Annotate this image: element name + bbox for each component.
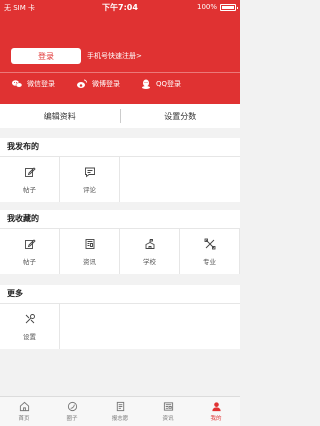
qq-icon (142, 79, 150, 89)
edit-icon (24, 166, 36, 177)
more-grid: 设置 (0, 303, 240, 349)
tab-circle[interactable]: 圈子 (48, 397, 96, 426)
tools-icon (204, 238, 215, 249)
grid-filler (60, 304, 240, 349)
favorite-majors-tile[interactable]: 专业 (180, 229, 240, 274)
weibo-login-label: 微博登录 (92, 80, 120, 88)
login-button[interactable]: 登录 (11, 48, 81, 64)
tab-label: 报志愿 (111, 416, 129, 422)
tile-label: 评论 (83, 185, 96, 194)
tab-label: 圈子 (66, 416, 78, 422)
comment-icon (84, 167, 95, 177)
edit-profile-button[interactable]: 编辑资料 (0, 111, 120, 122)
weibo-icon (77, 79, 87, 88)
published-grid: 帖子 评论 (0, 156, 240, 202)
apply-icon (116, 401, 124, 412)
news-icon (163, 402, 173, 411)
favorite-posts-tile[interactable]: 帖子 (0, 229, 60, 274)
settings-icon (25, 313, 35, 323)
tile-label: 专业 (203, 257, 216, 266)
circle-icon (67, 401, 77, 412)
header-divider (0, 72, 240, 73)
published-comments-tile[interactable]: 评论 (60, 157, 120, 202)
favorites-grid: 帖子 资讯 学校 专业 (0, 228, 240, 274)
qq-login-button[interactable]: QQ登录 (140, 78, 181, 90)
tab-apply[interactable]: 报志愿 (96, 397, 144, 426)
section-title: 我发布的 (7, 142, 39, 151)
battery-percent: 100% (196, 3, 217, 11)
settings-tile[interactable]: 设置 (0, 304, 60, 349)
status-bar: 无 SIM 卡 下午7:04 100% (0, 0, 240, 14)
bottom-tab-bar: 首页 圈子 报志愿 资讯 我的 (0, 396, 240, 426)
more-section: 更多 设置 (0, 285, 240, 349)
tile-label: 资讯 (83, 257, 96, 266)
section-title: 我收藏的 (7, 214, 39, 223)
wechat-login-label: 微信登录 (27, 80, 55, 88)
tab-news[interactable]: 资讯 (144, 397, 192, 426)
wechat-icon (12, 80, 23, 88)
favorite-schools-tile[interactable]: 学校 (120, 229, 180, 274)
wechat-login-button[interactable]: 微信登录 (11, 78, 55, 90)
grid-filler (120, 157, 240, 202)
profile-header: 登录 手机号快速注册> 微信登录 微博登录 QQ登录 (0, 14, 240, 104)
set-score-button[interactable]: 设置分数 (121, 111, 241, 122)
tile-label: 设置 (23, 332, 36, 341)
favorites-section: 我收藏的 帖子 资讯 学校 专业 (0, 210, 240, 274)
tab-profile[interactable]: 我的 (192, 397, 240, 426)
school-icon (145, 238, 154, 249)
tile-label: 帖子 (23, 257, 36, 266)
published-posts-tile[interactable]: 帖子 (0, 157, 60, 202)
news-icon (85, 238, 94, 249)
tab-label: 资讯 (162, 416, 174, 422)
tab-home[interactable]: 首页 (0, 397, 48, 426)
battery-status: 100% (196, 3, 238, 11)
weibo-login-button[interactable]: 微博登录 (76, 78, 120, 90)
qq-login-label: QQ登录 (156, 80, 182, 88)
quick-register-link[interactable]: 手机号快速注册> (87, 51, 142, 61)
published-section: 我发布的 帖子 评论 (0, 138, 240, 202)
tab-label: 我的 (210, 416, 222, 422)
tile-label: 帖子 (23, 185, 36, 194)
profile-icon (211, 402, 221, 412)
edit-bar: 编辑资料 设置分数 (0, 104, 240, 128)
section-title: 更多 (7, 289, 23, 298)
favorite-news-tile[interactable]: 资讯 (60, 229, 120, 274)
battery-icon (220, 3, 238, 11)
home-icon (19, 401, 29, 412)
tile-label: 学校 (143, 257, 156, 266)
tab-label: 首页 (18, 416, 30, 422)
edit-icon (24, 238, 36, 249)
